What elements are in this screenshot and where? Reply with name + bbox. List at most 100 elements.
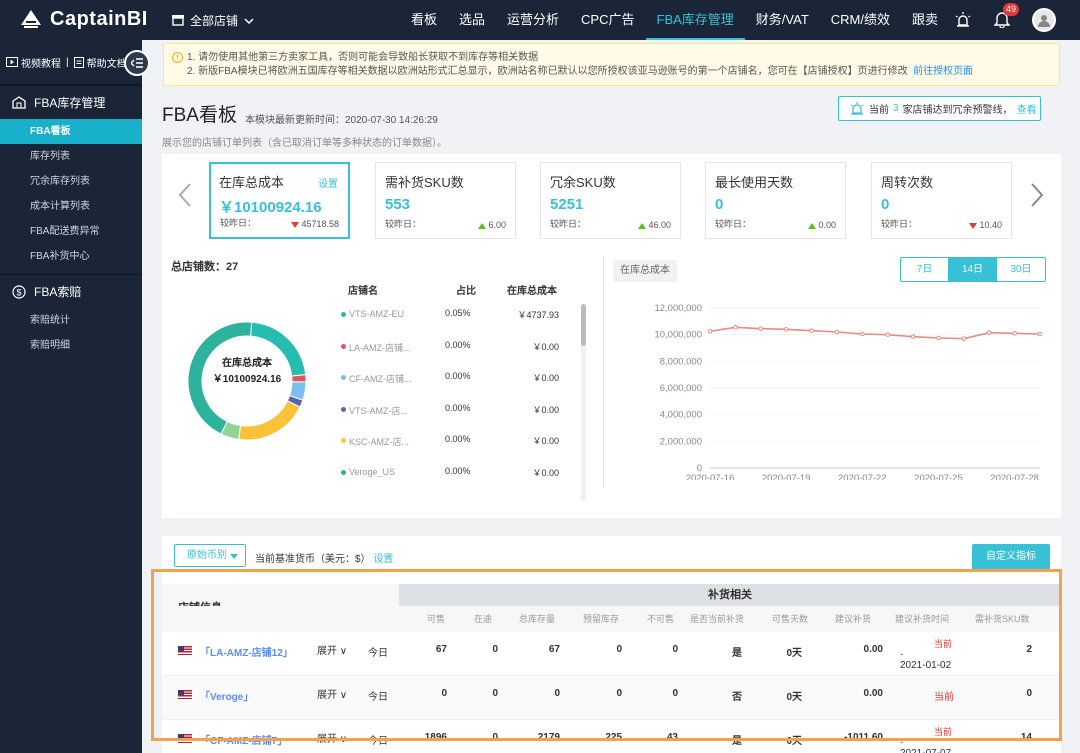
col-suggest-qty: 建议补货 [835, 614, 872, 624]
excess-alert-button[interactable]: 当前 3 家店铺达到冗余预警线， 查看 [838, 96, 1041, 121]
legend-dot [341, 469, 346, 475]
shop-col-cost: 在库总成本 [507, 286, 557, 297]
shop-link[interactable]: 「Veroge」 [200, 688, 253, 703]
donut-center-title: 在库总成本 [222, 358, 272, 369]
data-point[interactable] [834, 329, 840, 335]
shop-list-item[interactable]: VTS-AMZ-EU 0.05% ￥4737.93 [341, 306, 561, 326]
cell-value: 225 [605, 732, 622, 743]
data-point[interactable] [860, 331, 865, 337]
authorize-page-link[interactable]: 前往授权页面 [913, 66, 973, 77]
shop-link[interactable]: 「LA-AMZ-店铺12」 [200, 644, 293, 659]
sidebar-item-claim-details[interactable]: 索赔明细 [0, 333, 142, 358]
kpi-card-turnover[interactable]: 周转次数 0 较昨日： 10.40 [871, 162, 1012, 239]
legend-dot [341, 312, 346, 317]
nav-product-selection[interactable]: 选品 [448, 0, 496, 40]
sidebar-item-cost-calc[interactable]: 成本计算列表 [0, 194, 142, 219]
data-point[interactable] [936, 335, 941, 341]
cell-value: 2179 [537, 732, 560, 743]
shop-cost: ￥0.00 [532, 341, 559, 352]
data-point[interactable] [910, 334, 916, 339]
video-tutorial-link[interactable]: 视频教程 [21, 55, 61, 70]
store-selector[interactable]: 全部店铺 [172, 12, 254, 29]
data-point[interactable] [809, 328, 814, 333]
nav-finance-vat[interactable]: 财务/VAT [745, 0, 820, 40]
scroll-thumb[interactable] [581, 304, 586, 346]
sidebar-item-replenishment[interactable]: FBA补货中心 [0, 244, 142, 269]
kpi-card-excess-sku[interactable]: 冗余SKU数 5251 较昨日： 46.00 [540, 162, 681, 239]
kpi-value: 5251 [550, 196, 584, 213]
donut-slice[interactable] [238, 400, 301, 441]
sidebar-section-label: FBA库存管理 [34, 96, 106, 110]
data-point[interactable] [1037, 331, 1043, 337]
currency-dropdown[interactable]: 原始币别 [174, 544, 246, 567]
expand-toggle[interactable]: 展开 ∨ [317, 642, 347, 657]
nav-fba-inventory[interactable]: FBA库存管理 [645, 0, 745, 40]
shop-list-item[interactable]: CF-AMZ-店铺... 0.00% ￥0.00 [341, 369, 561, 389]
currency-setting-link[interactable]: 设置 [373, 554, 393, 565]
kpi-card-total-cost[interactable]: 在库总成本 ￥10100924.16 设置 较昨日： 45718.58 [209, 162, 350, 239]
range-7d[interactable]: 7日 [901, 258, 949, 281]
data-point[interactable] [707, 329, 713, 334]
chevron-right-icon [1031, 183, 1044, 207]
data-point[interactable] [758, 326, 764, 331]
sidebar-item-claim-stats[interactable]: 索赔统计 [0, 308, 142, 333]
store-icon [172, 15, 184, 26]
shop-list-item[interactable]: KSC-AMZ-店... 0.00% ￥0.00 [341, 432, 561, 452]
data-point[interactable] [961, 336, 967, 341]
x-tick-label: 2020-07-16 [686, 473, 735, 480]
nav-operations-analysis[interactable]: 运营分析 [496, 0, 570, 40]
range-14d[interactable]: 14日 [949, 258, 997, 281]
help-doc-link[interactable]: 帮助文档 [87, 55, 127, 70]
prev-arrow[interactable] [178, 182, 192, 215]
shop-list-item[interactable]: Veroge_US 0.00% ￥0.00 [341, 464, 561, 484]
expand-toggle[interactable]: 展开 ∨ [317, 730, 347, 745]
sidebar-section-label: FBA索赔 [34, 285, 82, 299]
col-unsellable: 不可售 [647, 614, 675, 624]
nav-crm[interactable]: CRM/绩效 [820, 0, 901, 40]
expand-toggle[interactable]: 展开 ∨ [317, 686, 347, 701]
notifications[interactable]: 49 [993, 2, 1020, 31]
range-30d[interactable]: 30日 [997, 258, 1045, 281]
shop-list-item[interactable]: VTS-AMZ-店... 0.00% ￥0.00 [341, 401, 561, 421]
kpi-setting-link[interactable]: 设置 [318, 175, 338, 190]
y-tick-label: 6,000,000 [660, 383, 702, 394]
avatar[interactable] [1032, 8, 1056, 32]
cell-value: 43 [666, 732, 678, 743]
sidebar-section-fba-claims[interactable]: $ FBA索赔 [0, 274, 142, 308]
alert-count: 3 [893, 103, 899, 114]
data-point[interactable] [986, 330, 992, 335]
top-bar: CaptainBI 全部店铺 看板 选品 运营分析 CPC广告 FBA库存管理 … [0, 0, 1080, 40]
kpi-card-replenish-sku[interactable]: 需补货SKU数 553 较昨日： 6.00 [375, 162, 516, 239]
nav-follow-sell[interactable]: 跟卖 [901, 0, 949, 40]
next-arrow[interactable] [1030, 182, 1044, 215]
nav-cpc-ads[interactable]: CPC广告 [570, 0, 645, 40]
data-point[interactable] [783, 327, 789, 332]
alarm-icon[interactable] [954, 11, 972, 29]
cell-value: 0.00 [863, 644, 883, 655]
sidebar-item-fba-dashboard[interactable]: FBA看板 [0, 119, 142, 144]
shop-link[interactable]: 「CF-AMZ-店铺7」 [200, 732, 287, 747]
user-icon [1038, 15, 1050, 27]
kpi-value: 553 [385, 196, 411, 213]
collapse-sidebar-button[interactable] [124, 50, 150, 76]
logo[interactable]: CaptainBI [18, 6, 148, 32]
shop-list-scrollbar[interactable] [581, 304, 586, 501]
alert-view-link[interactable]: 查看 [1017, 101, 1037, 116]
shop-col-ratio: 占比 [456, 286, 476, 297]
sidebar-section-fba-inventory[interactable]: FBA库存管理 [0, 85, 142, 119]
sidebar-item-inventory-list[interactable]: 库存列表 [0, 144, 142, 169]
shop-list-item[interactable]: LA-AMZ-店铺... 0.00% ￥0.00 [341, 338, 561, 358]
data-point[interactable] [733, 325, 738, 330]
custom-metrics-button[interactable]: 自定义指标 [972, 544, 1050, 570]
sidebar-item-fee-anomaly[interactable]: FBA配送费异常 [0, 219, 142, 244]
warning-icon [172, 52, 183, 63]
data-point[interactable] [885, 332, 890, 337]
shop-ratio: 0.00% [445, 371, 471, 381]
shop-name: KSC-AMZ-店... [349, 437, 409, 447]
kpi-card-max-days[interactable]: 最长使用天数 0 较昨日： 0.00 [705, 162, 846, 239]
sidebar-item-excess-inventory[interactable]: 冗余库存列表 [0, 169, 142, 194]
data-point[interactable] [1012, 331, 1017, 336]
nav-dashboard[interactable]: 看板 [400, 0, 448, 40]
table-row: 「LA-AMZ-店铺12」 展开 ∨ 今日 67 0 67 0 0 是 0天 0.00 当前 -2021… [162, 632, 1061, 676]
y-tick-label: 8,000,000 [660, 356, 702, 367]
